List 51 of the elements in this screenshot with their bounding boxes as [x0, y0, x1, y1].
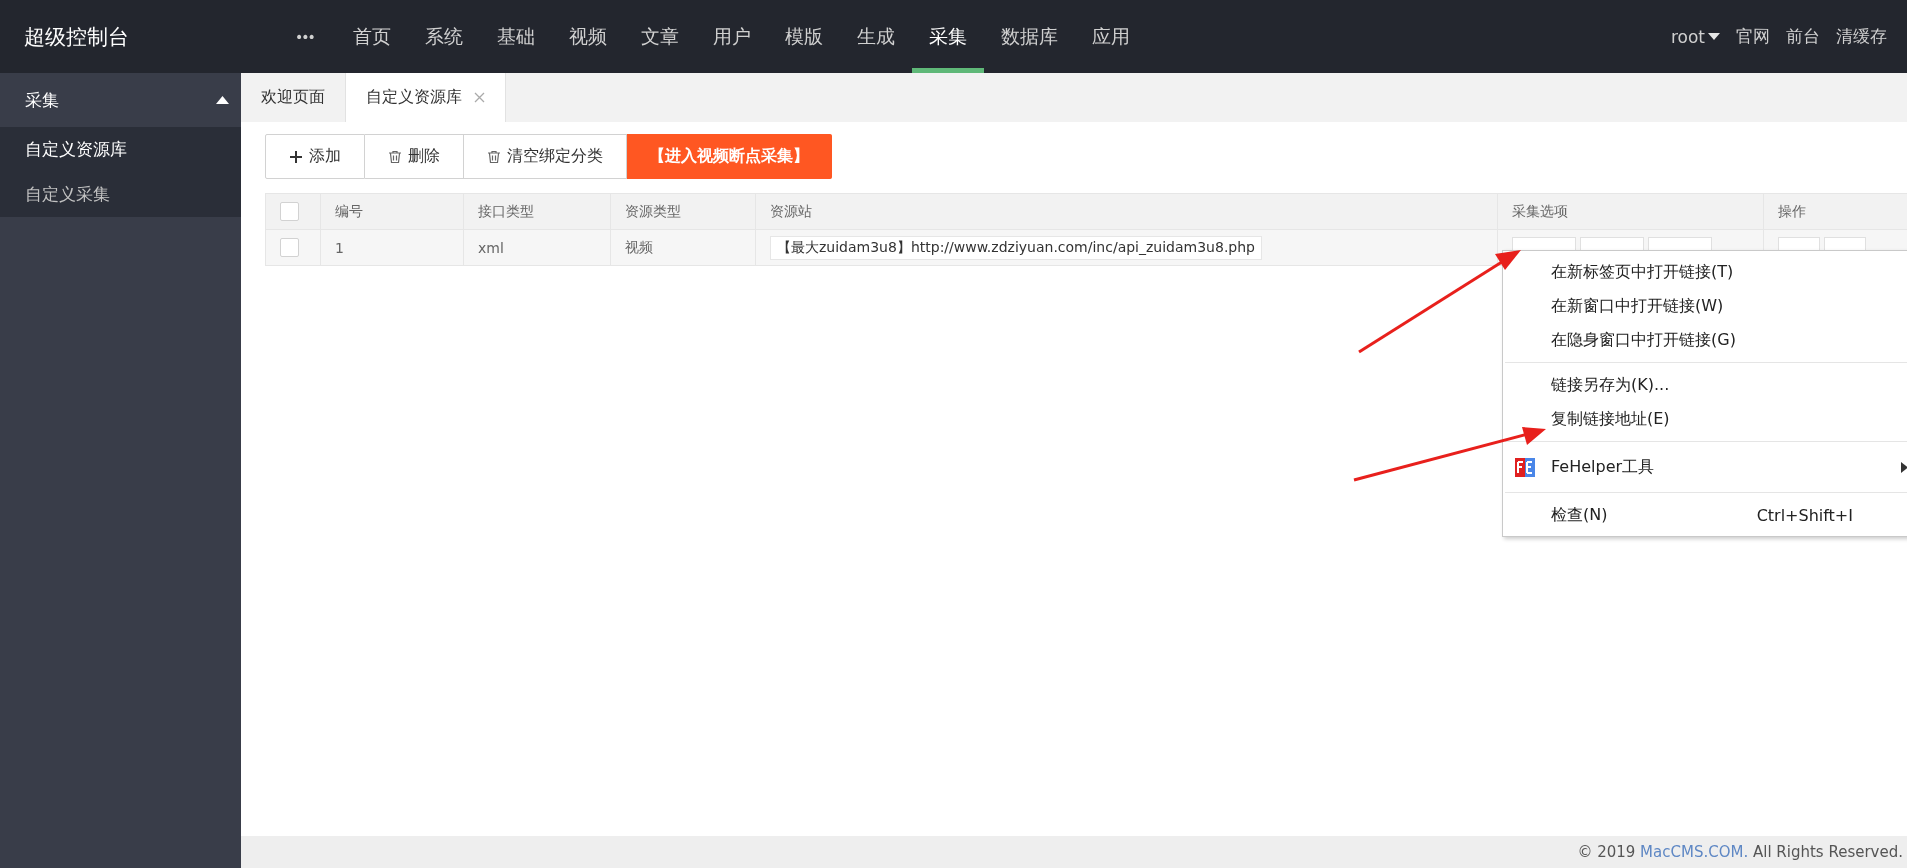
trash-icon — [388, 149, 402, 164]
menu-item[interactable]: 检查(N) Ctrl+Shift+I — [1503, 498, 1907, 532]
nav-tab[interactable]: 视频 — [551, 0, 624, 73]
column-header: 操作 — [1763, 193, 1907, 230]
nav-tab[interactable]: 基础 — [479, 0, 552, 73]
shortcut-text: Ctrl+Shift+I — [1756, 505, 1853, 525]
table-cell: 1 — [320, 229, 464, 266]
table-cell: xml — [463, 229, 611, 266]
copyright-text: © 2019 MacCMS.COM. All Rights Reserved. — [1577, 843, 1903, 861]
nav-tab[interactable]: 用户 — [695, 0, 768, 73]
header-link[interactable]: 前台 — [1786, 25, 1820, 48]
nav-tab[interactable]: 模版 — [767, 0, 840, 73]
checkbox[interactable] — [280, 202, 299, 221]
caret-icon — [216, 96, 229, 104]
submenu-arrow-icon — [1901, 462, 1907, 473]
more-menu[interactable]: ••• — [275, 0, 336, 73]
page-tab[interactable]: 自定义资源库 — [346, 73, 506, 122]
menu-item[interactable]: 复制链接地址(E) — [1503, 402, 1907, 436]
header-link[interactable]: 官网 — [1736, 25, 1770, 48]
toolbar-button[interactable]: 删除 — [365, 134, 464, 179]
sidebar-item[interactable]: 自定义资源库 — [0, 127, 241, 172]
plus-icon — [289, 149, 303, 164]
column-header: 接口类型 — [463, 193, 611, 230]
toolbar-button[interactable]: 添加 — [265, 134, 365, 179]
menu-item[interactable]: 在隐身窗口中打开链接(G) — [1503, 323, 1907, 357]
site-field: 【最大zuidam3u8】http://www.zdziyuan.com/inc/api_zuidam3u8.php — [770, 235, 1262, 260]
column-header: 资源类型 — [610, 193, 756, 230]
header-link[interactable]: 清缓存 — [1836, 25, 1887, 48]
user-menu[interactable]: root — [1670, 26, 1720, 47]
toolbar-button[interactable]: 清空绑定分类 — [464, 134, 627, 179]
sidebar-item[interactable]: 自定义采集 — [0, 172, 241, 217]
checkbox[interactable] — [280, 238, 299, 257]
table-cell: 视频 — [610, 229, 756, 266]
nav-tab[interactable]: 文章 — [623, 0, 696, 73]
menu-item[interactable]: 在新窗口中打开链接(W) — [1503, 289, 1907, 323]
nav-tab[interactable]: 首页 — [335, 0, 408, 73]
trash-icon — [487, 149, 501, 164]
nav-tab[interactable]: 应用 — [1074, 0, 1147, 73]
column-header: 编号 — [320, 193, 464, 230]
column-header: 资源站 — [755, 193, 1498, 230]
close-icon[interactable] — [474, 92, 485, 103]
nav-tab[interactable]: 系统 — [407, 0, 480, 73]
app-title: 超级控制台 — [24, 23, 129, 51]
nav-tab[interactable]: 生成 — [839, 0, 912, 73]
nav-tab[interactable]: 数据库 — [983, 0, 1075, 73]
toolbox-icon — [1515, 458, 1535, 477]
caret-icon — [1708, 32, 1720, 41]
column-header: 采集选项 — [1497, 193, 1764, 230]
menu-item[interactable]: 在新标签页中打开链接(T) — [1503, 255, 1907, 289]
menu-item[interactable]: 链接另存为(K)... — [1503, 368, 1907, 402]
menu-item[interactable]: FeHelper工具 — [1503, 447, 1907, 487]
